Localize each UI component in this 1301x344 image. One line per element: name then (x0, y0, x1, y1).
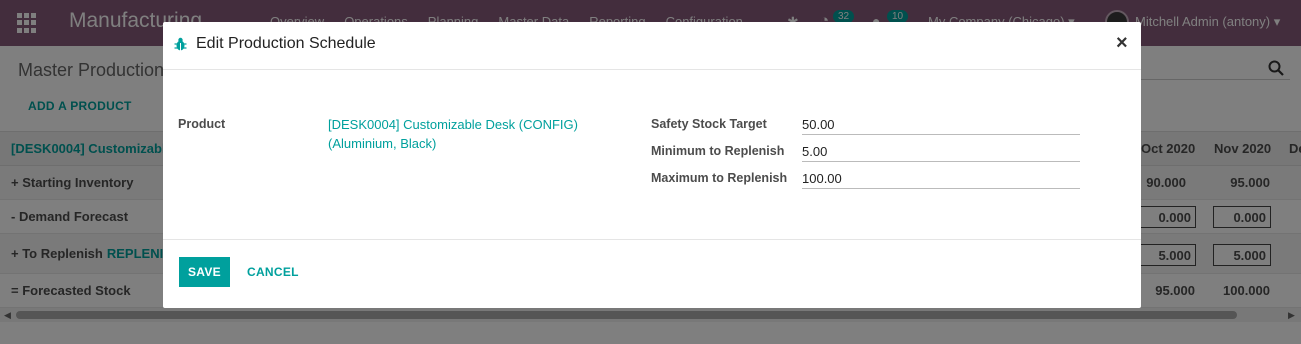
modal-footer: SAVE CANCEL (163, 239, 1141, 308)
modal-header: Edit Production Schedule × (163, 22, 1141, 70)
min-replenish-label: Minimum to Replenish (651, 144, 785, 158)
close-icon[interactable]: × (1116, 32, 1128, 55)
max-replenish-field[interactable]: 100.00 (802, 169, 1080, 189)
edit-production-schedule-dialog: Edit Production Schedule × Product [DESK… (163, 22, 1141, 308)
min-replenish-field[interactable]: 5.00 (802, 142, 1080, 162)
product-label: Product (178, 117, 226, 131)
product-link[interactable]: [DESK0004] Customizable Desk (CONFIG) (A… (328, 115, 598, 153)
modal-title: Edit Production Schedule (196, 35, 376, 52)
safety-stock-field[interactable]: 50.00 (802, 115, 1080, 135)
cancel-button[interactable]: CANCEL (247, 265, 299, 279)
save-button[interactable]: SAVE (179, 257, 230, 287)
max-replenish-label: Maximum to Replenish (651, 171, 788, 185)
debug-bug-icon (174, 37, 187, 51)
modal-body: Product [DESK0004] Customizable Desk (CO… (163, 70, 1141, 240)
safety-stock-label: Safety Stock Target (651, 117, 767, 131)
